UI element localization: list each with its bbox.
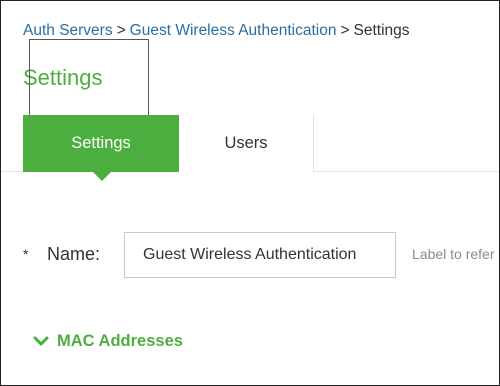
tab-settings[interactable]: Settings	[23, 115, 179, 181]
breadcrumb-link-auth-servers[interactable]: Auth Servers	[23, 22, 113, 39]
focus-highlight-box	[29, 39, 149, 122]
breadcrumb-separator: >	[116, 22, 126, 39]
name-label: Name:	[47, 244, 101, 264]
breadcrumb-link-guest-wireless-authentication[interactable]: Guest Wireless Authentication	[130, 22, 337, 39]
chevron-down-icon	[33, 333, 49, 352]
mac-addresses-section-label: MAC Addresses	[57, 332, 183, 350]
name-field-row: * Name: Label to refer to this server.	[23, 232, 499, 278]
tab-users[interactable]: Users	[179, 115, 314, 172]
mac-addresses-section-toggle[interactable]: MAC Addresses	[33, 332, 183, 352]
name-input[interactable]	[124, 232, 396, 278]
app-frame: Auth Servers > Guest Wireless Authenticati…	[0, 0, 500, 386]
tab-bar: Settings Users	[1, 115, 499, 181]
name-help-text: Label to refer to this server.	[412, 246, 499, 262]
required-marker: *	[23, 246, 29, 262]
breadcrumb-separator: >	[340, 22, 350, 39]
breadcrumb-current: Settings	[353, 22, 410, 39]
breadcrumb: Auth Servers > Guest Wireless Authenticati…	[23, 22, 410, 40]
